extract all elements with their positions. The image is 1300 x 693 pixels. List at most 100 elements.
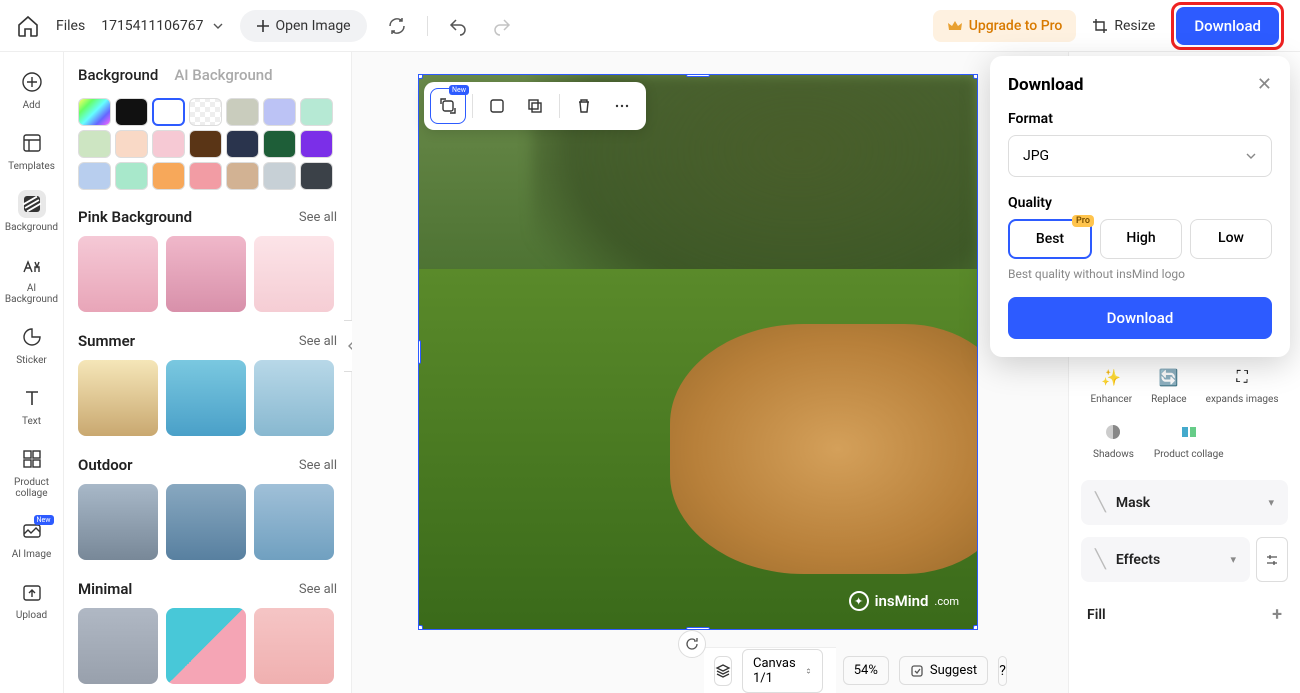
- tool-shadows[interactable]: Shadows: [1093, 419, 1134, 460]
- color-swatch[interactable]: [189, 162, 222, 190]
- nav-product-collage[interactable]: Product collage: [4, 445, 60, 499]
- nav-ai-image-label: AI Image: [12, 549, 52, 560]
- nav-background[interactable]: Background: [4, 190, 60, 233]
- see-all-outdoor[interactable]: See all: [299, 458, 337, 473]
- bg-thumb[interactable]: [254, 360, 334, 436]
- color-swatch[interactable]: [152, 130, 185, 158]
- tool-enhancer[interactable]: ✨Enhancer: [1091, 364, 1133, 405]
- crop-button[interactable]: [479, 88, 515, 124]
- bg-thumb[interactable]: [166, 608, 246, 684]
- canvas-image[interactable]: ✦ insMind.com: [418, 74, 978, 630]
- color-swatch[interactable]: [78, 98, 111, 126]
- layers-button[interactable]: [714, 656, 732, 686]
- delete-button[interactable]: [566, 88, 602, 124]
- q-low-label: Low: [1218, 230, 1244, 246]
- bg-thumb[interactable]: [166, 484, 246, 560]
- bg-thumb[interactable]: [166, 236, 246, 312]
- resize-handle[interactable]: [973, 625, 978, 630]
- color-swatch[interactable]: [300, 162, 333, 190]
- download-button[interactable]: Download: [1176, 7, 1279, 45]
- quality-high[interactable]: High: [1100, 219, 1182, 259]
- color-swatch[interactable]: [263, 130, 296, 158]
- download-action-button[interactable]: Download: [1008, 297, 1272, 339]
- zoom-level[interactable]: 54%: [843, 656, 889, 685]
- quality-best[interactable]: Pro Best: [1008, 219, 1092, 259]
- nav-ai-background[interactable]: AI Background: [4, 251, 60, 305]
- suggest-button[interactable]: Suggest: [899, 656, 988, 685]
- color-swatch[interactable]: [189, 98, 222, 126]
- nav-text[interactable]: Text: [4, 384, 60, 427]
- background-icon: [18, 190, 46, 218]
- tool-replace[interactable]: 🔄Replace: [1151, 364, 1187, 405]
- color-swatch[interactable]: [152, 98, 185, 126]
- resize-handle[interactable]: [418, 74, 423, 79]
- section-effects[interactable]: ╲ Effects ▾: [1081, 537, 1250, 582]
- bg-thumb[interactable]: [254, 608, 334, 684]
- tab-ai-background[interactable]: AI Background: [174, 66, 272, 84]
- close-icon[interactable]: ✕: [1257, 74, 1272, 95]
- home-icon[interactable]: [16, 14, 40, 38]
- color-swatch[interactable]: [152, 162, 185, 190]
- ai-expand-button[interactable]: New: [430, 88, 466, 124]
- nav-upload[interactable]: Upload: [4, 578, 60, 621]
- canvas-selector[interactable]: Canvas 1/1: [742, 649, 823, 693]
- tool-expand[interactable]: ⛶expands images: [1206, 364, 1279, 405]
- pink-thumbs: [78, 236, 337, 312]
- color-swatch[interactable]: [300, 98, 333, 126]
- project-name-dropdown[interactable]: 1715411106767: [101, 18, 223, 34]
- color-swatch[interactable]: [226, 162, 259, 190]
- download-popover: Download ✕ Format JPG Quality Pro Best H…: [990, 56, 1290, 357]
- color-swatch[interactable]: [115, 130, 148, 158]
- bg-thumb[interactable]: [78, 484, 158, 560]
- color-swatch[interactable]: [115, 98, 148, 126]
- color-swatch[interactable]: [78, 130, 111, 158]
- resize-handle[interactable]: [973, 74, 978, 79]
- upgrade-button[interactable]: Upgrade to Pro: [933, 10, 1077, 42]
- files-link[interactable]: Files: [56, 18, 85, 34]
- bg-thumb[interactable]: [78, 360, 158, 436]
- bg-thumb[interactable]: [254, 484, 334, 560]
- color-swatch[interactable]: [189, 130, 222, 158]
- open-image-button[interactable]: Open Image: [240, 10, 367, 42]
- resize-handle[interactable]: [418, 625, 423, 630]
- color-swatch[interactable]: [263, 98, 296, 126]
- nav-sticker[interactable]: Sticker: [4, 323, 60, 366]
- duplicate-button[interactable]: [517, 88, 553, 124]
- nav-templates[interactable]: Templates: [4, 129, 60, 172]
- tool-product-collage[interactable]: Product collage: [1154, 419, 1224, 460]
- resize-button[interactable]: Resize: [1092, 18, 1155, 34]
- color-swatch[interactable]: [78, 162, 111, 190]
- bg-thumb[interactable]: [254, 236, 334, 312]
- color-swatch[interactable]: [300, 130, 333, 158]
- format-value: JPG: [1023, 148, 1049, 164]
- sync-icon[interactable]: [383, 12, 411, 40]
- bg-thumb[interactable]: [78, 608, 158, 684]
- help-button[interactable]: ?: [998, 656, 1007, 686]
- summer-thumbs: [78, 360, 337, 436]
- bg-thumb[interactable]: [78, 236, 158, 312]
- resize-label: Resize: [1114, 18, 1155, 34]
- see-all-pink[interactable]: See all: [299, 210, 337, 225]
- color-swatch[interactable]: [263, 162, 296, 190]
- undo-icon[interactable]: [444, 12, 472, 40]
- color-swatch[interactable]: [226, 130, 259, 158]
- section-mask[interactable]: ╲ Mask ▾: [1081, 480, 1288, 525]
- color-swatch[interactable]: [115, 162, 148, 190]
- redo-icon[interactable]: [488, 12, 516, 40]
- bg-thumb[interactable]: [166, 360, 246, 436]
- quality-low[interactable]: Low: [1190, 219, 1272, 259]
- adjust-button[interactable]: [1256, 537, 1288, 582]
- project-name-text: 1715411106767: [101, 18, 203, 34]
- more-button[interactable]: [604, 88, 640, 124]
- nav-add[interactable]: Add: [4, 68, 60, 111]
- resize-handle[interactable]: [686, 74, 710, 77]
- tab-background[interactable]: Background: [78, 66, 158, 84]
- see-all-summer[interactable]: See all: [299, 334, 337, 349]
- format-select[interactable]: JPG: [1008, 135, 1272, 177]
- nav-ai-image[interactable]: New AI Image: [4, 517, 60, 560]
- color-swatch[interactable]: [226, 98, 259, 126]
- refresh-icon[interactable]: [678, 630, 706, 658]
- section-fill[interactable]: Fill +: [1081, 594, 1288, 635]
- resize-handle[interactable]: [418, 340, 421, 364]
- see-all-minimal[interactable]: See all: [299, 582, 337, 597]
